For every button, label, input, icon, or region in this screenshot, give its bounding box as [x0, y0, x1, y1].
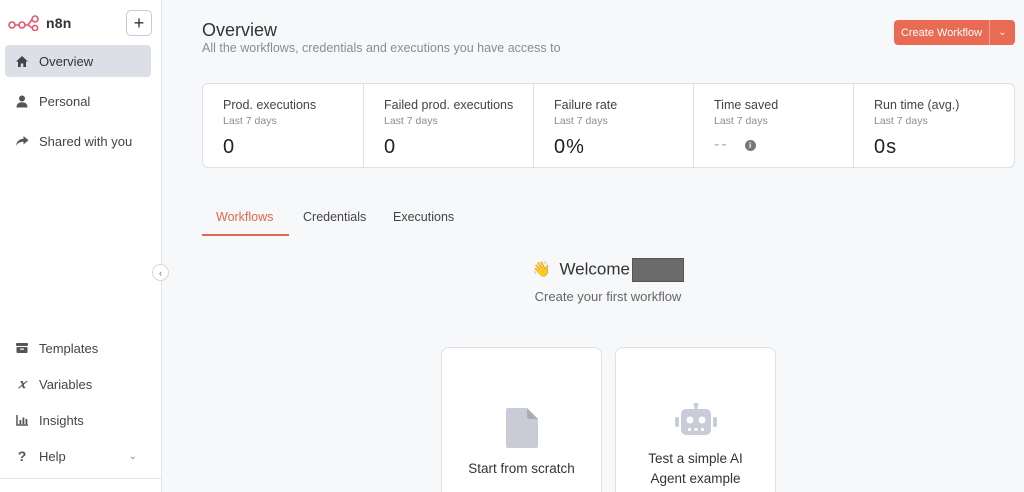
- ai-agent-example-card[interactable]: Test a simple AI Agent example: [615, 347, 776, 492]
- stat-value: 0: [384, 136, 397, 158]
- sidebar-item-label: Personal: [39, 93, 91, 109]
- stat-prod-executions[interactable]: Prod. executions Last 7 days 0: [203, 84, 364, 167]
- main-content: Overview All the workflows, credentials …: [162, 0, 1024, 492]
- sidebar: n8n + Overview Personal Shared with you: [0, 0, 162, 492]
- collapse-sidebar-button[interactable]: ‹: [152, 264, 169, 281]
- sidebar-item-label: Insights: [39, 412, 84, 428]
- create-workflow-label[interactable]: Create Workflow: [894, 20, 989, 45]
- redacted-username: [631, 258, 684, 282]
- page-subtitle: All the workflows, credentials and execu…: [202, 41, 561, 55]
- chevron-left-icon: ‹: [159, 267, 162, 278]
- brand[interactable]: n8n: [8, 12, 72, 34]
- stat-failure-rate[interactable]: Failure rate Last 7 days 0%: [534, 84, 694, 167]
- stat-run-time[interactable]: Run time (avg.) Last 7 days 0s: [854, 84, 1014, 167]
- stat-label: Prod. executions: [223, 98, 317, 112]
- wave-icon: 👋: [532, 261, 551, 279]
- help-icon: ?: [17, 448, 27, 464]
- sidebar-item-shared[interactable]: Shared with you: [5, 125, 151, 157]
- sidebar-item-label: Help: [39, 448, 66, 464]
- divider: [0, 478, 162, 479]
- create-workflow-button[interactable]: Create Workflow ⌄: [894, 20, 1015, 45]
- tab-credentials[interactable]: Credentials: [303, 210, 366, 236]
- stat-value: 0s: [874, 136, 898, 158]
- active-tab-indicator: [202, 234, 289, 236]
- stat-value-row: -- i: [714, 136, 756, 154]
- stat-label: Run time (avg.): [874, 98, 960, 112]
- info-icon[interactable]: i: [744, 139, 756, 151]
- start-from-scratch-card[interactable]: Start from scratch: [441, 347, 602, 492]
- card-label: Test a simple AI Agent example: [648, 451, 743, 486]
- stat-label: Failure rate: [554, 98, 618, 112]
- welcome-heading: 👋 Welcome: [162, 258, 1024, 282]
- n8n-logo-icon: [8, 15, 39, 31]
- sidebar-item-personal[interactable]: Personal: [5, 85, 151, 117]
- sidebar-item-insights[interactable]: Insights: [5, 404, 151, 436]
- stat-time-saved[interactable]: Time saved Last 7 days -- i: [694, 84, 854, 167]
- sidebar-item-label: Variables: [39, 376, 93, 392]
- empty-state-subtitle: Create your first workflow: [534, 289, 682, 304]
- card-label: Start from scratch: [468, 461, 575, 476]
- tab-executions[interactable]: Executions: [393, 210, 454, 236]
- sidebar-item-label: Templates: [39, 340, 99, 356]
- sidebar-item-templates[interactable]: Templates: [5, 332, 151, 364]
- sidebar-item-help[interactable]: ? Help ⌄: [5, 440, 151, 472]
- stat-period: Last 7 days: [554, 115, 608, 127]
- stat-period: Last 7 days: [223, 115, 277, 127]
- stat-period: Last 7 days: [714, 115, 768, 127]
- file-icon: [442, 408, 601, 448]
- templates-icon: [15, 341, 29, 355]
- stat-label: Failed prod. executions: [384, 98, 514, 112]
- sidebar-item-variables[interactable]: 𝑥 Variables: [5, 368, 151, 400]
- stat-failed-executions[interactable]: Failed prod. executions Last 7 days 0: [364, 84, 534, 167]
- chevron-down-icon: ⌄: [128, 450, 137, 462]
- stat-value: --: [714, 136, 729, 153]
- sidebar-item-label: Shared with you: [39, 133, 133, 149]
- share-icon: [15, 134, 29, 148]
- stat-period: Last 7 days: [384, 115, 438, 127]
- stat-value: 0%: [554, 136, 585, 158]
- add-button[interactable]: +: [126, 10, 152, 36]
- welcome-text: Welcome: [559, 259, 630, 279]
- brand-name: n8n: [46, 15, 72, 31]
- stat-period: Last 7 days: [874, 115, 928, 127]
- stat-value: 0: [223, 136, 236, 158]
- page-title: Overview: [202, 20, 278, 40]
- home-icon: [15, 54, 29, 68]
- sidebar-item-label: Overview: [39, 53, 94, 69]
- robot-icon: [616, 403, 775, 437]
- stat-label: Time saved: [714, 98, 779, 112]
- app-window: n8n + Overview Personal Shared with you: [0, 0, 1024, 492]
- chevron-down-icon: ⌄: [998, 27, 1007, 38]
- tab-workflows[interactable]: Workflows: [216, 210, 273, 236]
- user-icon: [15, 94, 29, 108]
- create-workflow-dropdown[interactable]: ⌄: [989, 20, 1015, 45]
- insights-summary: Prod. executions Last 7 days 0 Failed pr…: [202, 83, 1015, 168]
- variable-icon: 𝑥: [18, 376, 26, 392]
- chart-icon: [15, 413, 29, 427]
- sidebar-item-overview[interactable]: Overview: [5, 45, 151, 77]
